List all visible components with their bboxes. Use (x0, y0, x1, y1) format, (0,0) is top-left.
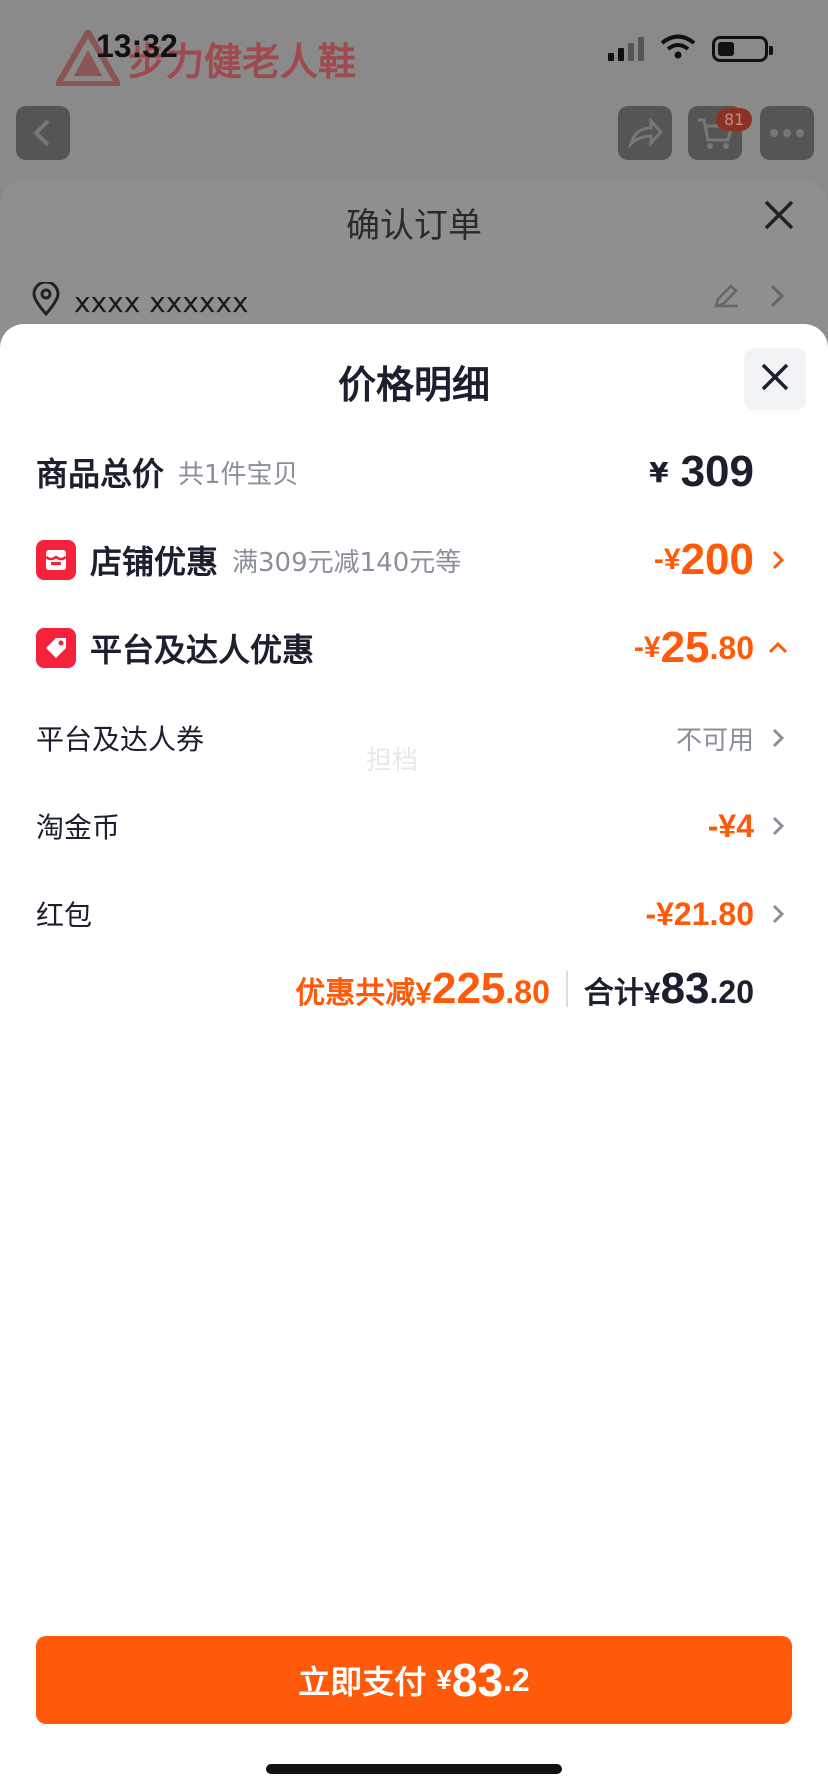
watermark-text: 担档 (366, 746, 419, 776)
status-icons (608, 34, 773, 64)
cart-count-badge: 81 (716, 108, 753, 131)
discount-total-int: 225 (431, 964, 506, 1013)
platform-discount-dec: .80 (709, 629, 754, 666)
shop-discount-label: 店铺优惠 (90, 543, 219, 581)
taojinbi-value-wrap: -¥4 (708, 808, 792, 845)
taojinbi-row[interactable]: 淘金币 -¥4 (36, 796, 792, 856)
taojinbi-value: -¥4 (707, 807, 754, 844)
shop-icon (36, 540, 76, 580)
confirm-order-title: 确认订单 (346, 206, 482, 246)
battery-icon (712, 36, 773, 62)
chevron-right-icon (764, 546, 792, 574)
pay-now-button[interactable]: 立即支付 ¥ 83 .2 (36, 1636, 792, 1724)
more-button (760, 106, 814, 160)
chevron-right-icon (764, 724, 792, 752)
red-packet-label: 红包 (36, 899, 93, 932)
goods-total-row: 商品总价 共1件宝贝 ¥ 309 (36, 442, 792, 502)
status-time: 13:32 (96, 28, 178, 64)
red-packet-value-wrap: -¥21.80 (645, 896, 792, 933)
summary-divider (565, 971, 568, 1007)
signal-icon (608, 37, 644, 61)
discount-total-dec: .80 (505, 974, 550, 1010)
shop-discount-row[interactable]: 店铺优惠 满309元减140元等 -¥ 200 (36, 530, 792, 590)
discount-total-label: 优惠共减¥ (295, 977, 432, 1010)
price-detail-sheet: 价格明细 商品总价 共1件宝贝 ¥ 309 店铺优惠 满309元减140元等 -… (0, 324, 828, 1792)
chevron-right-icon (764, 900, 792, 928)
shop-discount-prefix: -¥ (653, 543, 681, 576)
chevron-up-icon (764, 634, 792, 662)
close-icon (760, 362, 790, 396)
platform-discount-row[interactable]: 平台及达人优惠 -¥ 25 .80 (36, 618, 792, 678)
goods-total-amount: ¥ 309 (649, 447, 754, 497)
price-summary: 优惠共减¥ 225 .80 合计¥ 83 .20 (295, 964, 754, 1014)
pay-now-dec: .2 (503, 1661, 530, 1698)
wifi-icon (660, 34, 696, 64)
location-pin-icon (32, 280, 60, 323)
taojinbi-label: 淘金币 (36, 811, 121, 844)
grand-total-int: 83 (660, 964, 710, 1013)
grand-total-label: 合计¥ (583, 977, 661, 1010)
goods-total-value: 309 (680, 447, 754, 496)
shop-discount-amount: -¥ 200 (654, 535, 792, 585)
platform-discount-amount: -¥ 25 .80 (634, 623, 792, 673)
chevron-right-icon (764, 812, 792, 840)
pay-now-currency: ¥ (436, 1664, 452, 1695)
red-packet-value: -¥21.80 (645, 895, 754, 932)
order-close-icon (762, 196, 796, 242)
platform-coupon-label: 平台及达人券 (36, 723, 205, 756)
close-button[interactable] (744, 348, 806, 410)
goods-count: 共1件宝贝 (178, 459, 299, 490)
grand-total-dec: .20 (709, 974, 754, 1010)
edit-icon (712, 282, 740, 314)
address-text: xxxx xxxxxx (74, 286, 249, 319)
share-button (618, 106, 672, 160)
pay-now-int: 83 (451, 1654, 504, 1706)
red-packet-row[interactable]: 红包 -¥21.80 (36, 884, 792, 944)
platform-discount-label: 平台及达人优惠 (90, 631, 315, 669)
back-button (16, 106, 70, 160)
platform-coupon-value-wrap: 不可用 (676, 720, 792, 757)
chevron-right-icon (768, 282, 786, 314)
tag-icon (36, 628, 76, 668)
shop-discount-value: 200 (680, 535, 754, 584)
address-row: xxxx xxxxxx (32, 280, 249, 323)
platform-discount-int: 25 (660, 623, 710, 672)
platform-coupon-value: 不可用 (675, 725, 754, 756)
shop-discount-rule: 满309元减140元等 (232, 547, 462, 578)
goods-total-currency: ¥ (649, 455, 669, 489)
price-detail-title: 价格明细 (337, 363, 490, 407)
goods-total-label: 商品总价 (36, 455, 165, 493)
home-indicator (266, 1764, 562, 1774)
platform-discount-prefix: -¥ (633, 631, 661, 664)
pay-now-label: 立即支付 (298, 1664, 427, 1700)
